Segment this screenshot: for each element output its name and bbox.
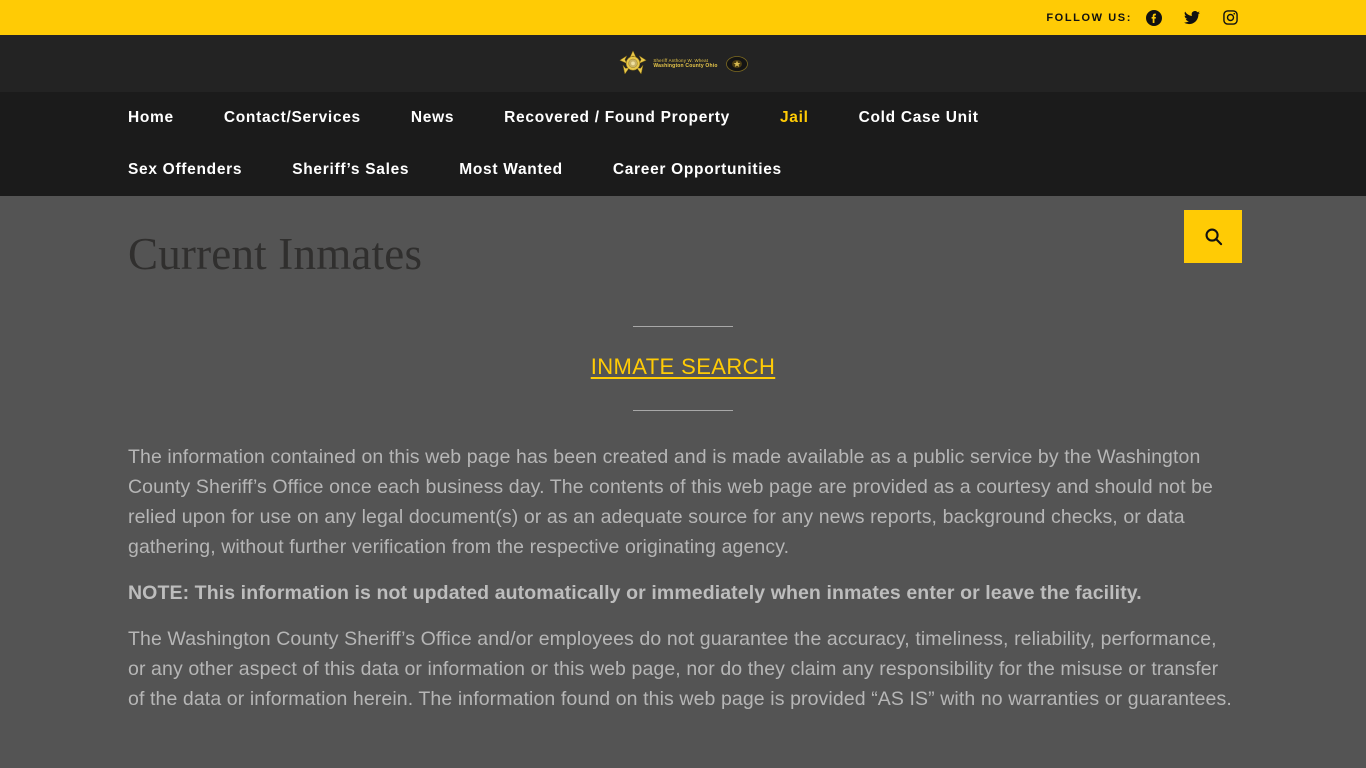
logo-line-2: Washington County Ohio <box>653 63 718 70</box>
instagram-icon[interactable] <box>1222 10 1238 26</box>
divider-top-wrap <box>128 326 1238 327</box>
nav-row-2: Sex Offenders Sheriff’s Sales Most Wante… <box>128 144 1058 196</box>
page-title: Current Inmates <box>128 229 423 279</box>
twitter-icon[interactable] <box>1184 10 1200 26</box>
page-content: Current Inmates INMATE SEARCH The inform… <box>0 196 1366 768</box>
top-social-bar: FOLLOW US: <box>0 0 1366 35</box>
social-links <box>1146 9 1238 26</box>
sheriff-star-icon <box>619 49 648 75</box>
divider-top <box>633 326 733 327</box>
nav-item-sex-offenders[interactable]: Sex Offenders <box>128 161 242 179</box>
nav-item-contact-services[interactable]: Contact/Services <box>224 109 361 127</box>
nav-item-sheriffs-sales[interactable]: Sheriff’s Sales <box>292 161 409 179</box>
update-note: NOTE: This information is not updated au… <box>128 582 1142 604</box>
nav-row-1: Home Contact/Services News Recovered / F… <box>128 92 1058 144</box>
nav-rows: Home Contact/Services News Recovered / F… <box>128 92 1238 196</box>
inmate-search-wrap: INMATE SEARCH <box>128 354 1238 380</box>
nav-item-most-wanted[interactable]: Most Wanted <box>459 161 563 179</box>
logo-text: Sheriff Anthony W. Wheat Washington Coun… <box>653 58 717 70</box>
facebook-icon[interactable] <box>1146 9 1162 26</box>
divider-bottom-wrap <box>128 410 1238 411</box>
main-navigation: Home Contact/Services News Recovered / F… <box>0 92 1366 263</box>
nav-item-jail[interactable]: Jail <box>780 109 809 127</box>
nav-item-home[interactable]: Home <box>128 109 174 127</box>
disclaimer-paragraph-1: The information contained on this web pa… <box>128 446 1214 558</box>
search-button[interactable] <box>1184 210 1242 263</box>
divider-bottom <box>633 410 733 411</box>
nav-item-career-opportunities[interactable]: Career Opportunities <box>613 161 782 179</box>
logo-bar: Sheriff Anthony W. Wheat Washington Coun… <box>0 35 1366 92</box>
inmate-search-link[interactable]: INMATE SEARCH <box>591 354 775 380</box>
disclaimer-paragraph-2: The Washington County Sheriff’s Office a… <box>128 628 1232 710</box>
search-icon <box>1205 228 1222 246</box>
seal-icon <box>725 55 748 72</box>
nav-item-recovered-found-property[interactable]: Recovered / Found Property <box>504 109 730 127</box>
site-logo[interactable]: Sheriff Anthony W. Wheat Washington Coun… <box>618 49 748 79</box>
nav-item-news[interactable]: News <box>411 109 454 127</box>
nav-item-cold-case-unit[interactable]: Cold Case Unit <box>859 109 979 127</box>
follow-us-label: FOLLOW US: <box>1046 11 1132 24</box>
